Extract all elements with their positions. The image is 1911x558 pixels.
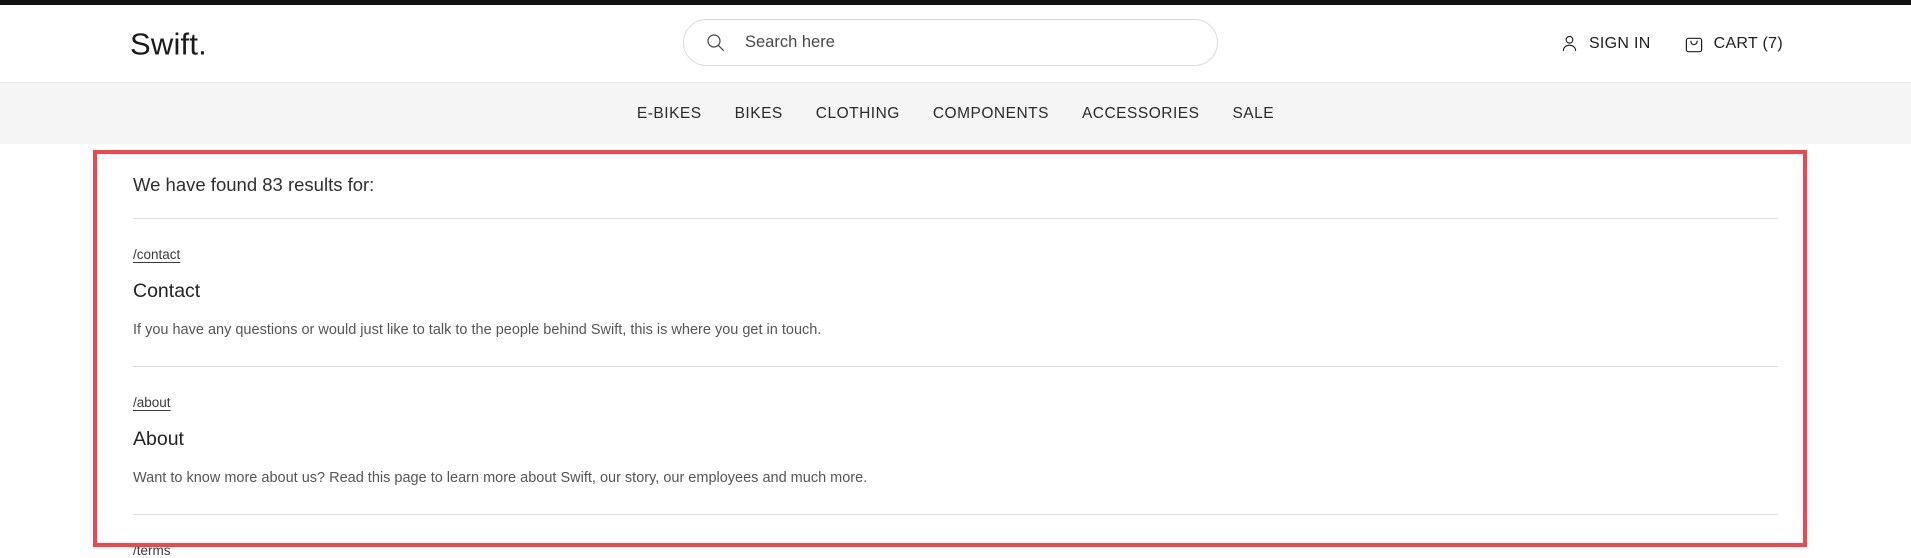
sign-in-link[interactable]: SIGN IN	[1560, 34, 1651, 53]
page-root: Swift. SIGN IN CART (7)	[0, 0, 1911, 558]
result-path-link[interactable]: /contact	[133, 247, 180, 263]
results-heading: We have found 83 results for:	[133, 174, 375, 195]
brand-logo[interactable]: Swift.	[130, 28, 207, 59]
result-item: /about About Want to know more about us?…	[133, 367, 1778, 514]
nav-item-clothing[interactable]: CLOTHING	[816, 105, 900, 123]
search-input[interactable]	[745, 33, 1195, 52]
result-description: Want to know more about us? Read this pa…	[133, 469, 868, 486]
site-header: Swift. SIGN IN CART (7)	[0, 5, 1911, 83]
result-title[interactable]: Contact	[133, 280, 1778, 303]
result-description: If you have any questions or would just …	[133, 321, 822, 338]
result-item: /terms Terms Read our terms and conditio…	[133, 515, 1778, 558]
nav-item-sale[interactable]: SALE	[1232, 105, 1274, 123]
result-title[interactable]: About	[133, 428, 1778, 451]
header-actions: SIGN IN CART (7)	[1560, 34, 1783, 54]
search-results-section: We have found 83 results for: /contact C…	[0, 144, 1911, 558]
nav-list: E-BIKES BIKES CLOTHING COMPONENTS ACCESS…	[637, 105, 1274, 123]
user-icon	[1562, 35, 1577, 52]
nav-item-e-bikes[interactable]: E-BIKES	[637, 105, 702, 123]
search-icon	[707, 34, 725, 52]
nav-item-accessories[interactable]: ACCESSORIES	[1082, 105, 1199, 123]
main-navigation: E-BIKES BIKES CLOTHING COMPONENTS ACCESS…	[0, 83, 1911, 144]
shopping-bag-icon	[1685, 37, 1702, 52]
result-item: /contact Contact If you have any questio…	[133, 219, 1778, 366]
result-path-link[interactable]: /about	[133, 395, 171, 411]
cart-link[interactable]: CART (7)	[1684, 34, 1783, 54]
sign-in-label: SIGN IN	[1588, 34, 1651, 52]
cart-label: CART (7)	[1713, 34, 1783, 52]
search-box[interactable]	[683, 19, 1218, 66]
result-path-link[interactable]: /terms	[133, 543, 171, 558]
nav-item-components[interactable]: COMPONENTS	[933, 105, 1049, 123]
nav-item-bikes[interactable]: BIKES	[735, 105, 783, 123]
